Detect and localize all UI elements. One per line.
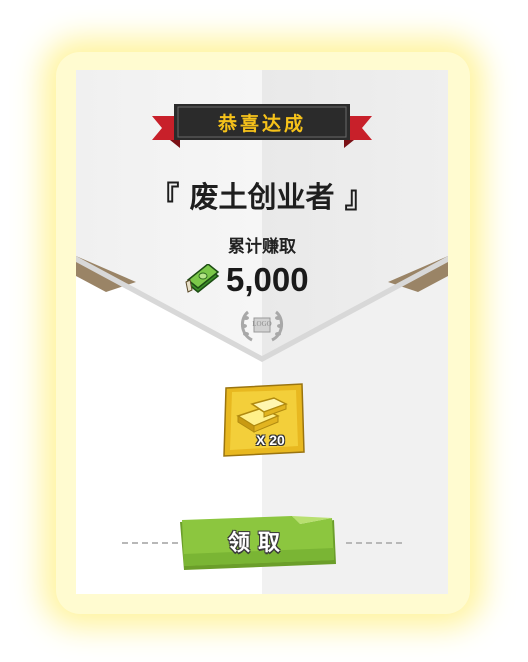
divider-left	[122, 542, 178, 544]
earn-row: 5,000	[184, 258, 384, 302]
earn-label: 累计赚取	[228, 237, 296, 257]
banner-text: 恭喜达成	[217, 113, 306, 135]
achievement-title: 『 废土创业者 』	[150, 180, 374, 214]
claim-button[interactable]: 领取	[176, 516, 340, 572]
laurel-emblem-icon: LOGO	[234, 306, 290, 346]
claim-button-label: 领取	[227, 531, 288, 556]
earn-amount: 5,000	[226, 261, 309, 298]
reward-quantity: X 20	[256, 432, 285, 448]
divider-right	[346, 542, 402, 544]
emblem-text: LOGO	[252, 320, 272, 328]
achievement-popup: 恭喜达成 『 废土创业者 』 累计赚取 5,000 LOGO X 20 领取	[76, 70, 448, 594]
cash-stack-icon	[185, 264, 220, 293]
